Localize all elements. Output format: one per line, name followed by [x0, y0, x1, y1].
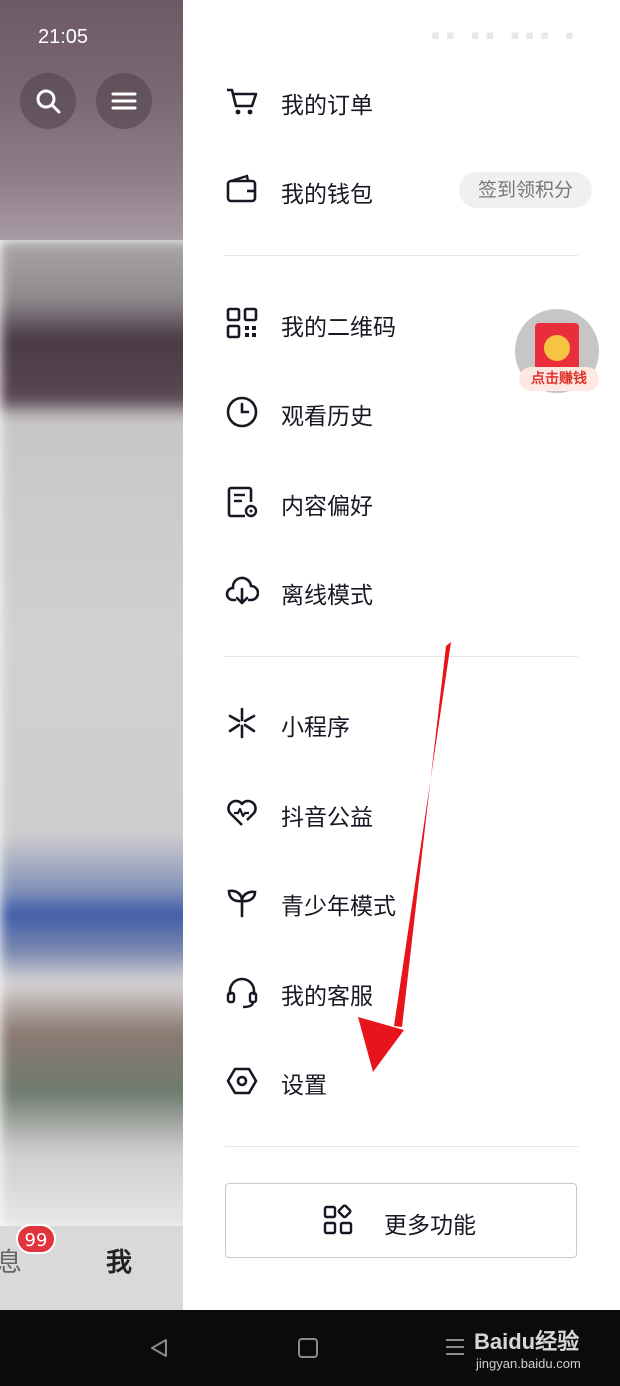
background-app [0, 0, 208, 1310]
menu-item-watch-history[interactable]: 观看历史 [225, 387, 585, 437]
system-navigation-bar: Baidu经验 jingyan.baidu.com [0, 1310, 620, 1386]
background-content-blurred [0, 240, 208, 1230]
side-drawer: ▪▪ ▪▪ ▪▪▪ ▪ 我的订单 我的钱包 签到领积分 我的二维码 观看历史 内… [183, 0, 620, 1310]
menu-item-orders[interactable]: 我的订单 [225, 76, 585, 126]
menu-label: 青少年模式 [281, 894, 396, 920]
floating-reward-widget[interactable]: 点击赚钱 [515, 309, 599, 393]
menu-label: 我的二维码 [281, 315, 396, 341]
menu-item-youth-mode[interactable]: 青少年模式 [225, 877, 585, 927]
menu-label: 设置 [281, 1073, 327, 1099]
status-icons: ▪▪ ▪▪ ▪▪▪ ▪ [431, 28, 580, 43]
menu-item-mini-program[interactable]: 小程序 [225, 698, 585, 748]
sprout-icon [227, 889, 257, 918]
menu-item-charity[interactable]: 抖音公益 [225, 788, 585, 838]
wallet-icon [226, 174, 257, 203]
status-time: 21:05 [38, 26, 89, 48]
clock-icon [226, 396, 258, 428]
menu-item-offline-mode[interactable]: 离线模式 [225, 566, 585, 616]
divider [225, 1146, 578, 1147]
mini-program-icon [228, 707, 256, 739]
message-badge: 99 [16, 1224, 56, 1254]
document-settings-icon [227, 486, 258, 518]
menu-label: 我的钱包 [281, 182, 373, 208]
qrcode-icon [226, 307, 258, 339]
menu-item-content-preference[interactable]: 内容偏好 [225, 477, 585, 527]
headset-icon [226, 977, 258, 1009]
watermark-brand: Baidu经验 [474, 1329, 580, 1354]
search-button[interactable] [20, 73, 76, 129]
watermark-url: jingyan.baidu.com [476, 1356, 581, 1371]
hamburger-menu-icon [111, 92, 137, 110]
menu-item-customer-service[interactable]: 我的客服 [225, 967, 585, 1017]
menu-button[interactable] [96, 73, 152, 129]
menu-label: 内容偏好 [281, 494, 373, 520]
coin-icon [544, 335, 570, 361]
more-features-label: 更多功能 [384, 1213, 476, 1239]
menu-label: 我的订单 [281, 93, 373, 119]
menu-item-settings[interactable]: 设置 [225, 1056, 585, 1106]
settings-hexagon-icon [226, 1067, 258, 1095]
heart-charity-icon [227, 799, 257, 826]
menu-label: 小程序 [281, 715, 350, 741]
cloud-download-icon [225, 576, 259, 605]
bottom-tab-bar: 息 99 我 [0, 1224, 183, 1310]
divider [225, 656, 578, 657]
apps-grid-icon [323, 1204, 353, 1235]
menu-label: 抖音公益 [281, 805, 373, 831]
recents-menu-icon[interactable] [444, 1336, 466, 1358]
search-icon [36, 89, 61, 114]
cart-icon [227, 88, 258, 115]
tab-me[interactable]: 我 [106, 1242, 132, 1279]
home-square-icon[interactable] [298, 1338, 318, 1358]
checkin-points-badge[interactable]: 签到领积分 [459, 172, 592, 208]
menu-label: 我的客服 [281, 984, 373, 1010]
menu-label: 观看历史 [281, 404, 373, 430]
reward-label: 点击赚钱 [519, 367, 599, 391]
divider [225, 255, 578, 256]
menu-label: 离线模式 [281, 583, 373, 609]
more-features-button[interactable]: 更多功能 [225, 1183, 577, 1258]
back-triangle-icon[interactable] [148, 1337, 170, 1359]
